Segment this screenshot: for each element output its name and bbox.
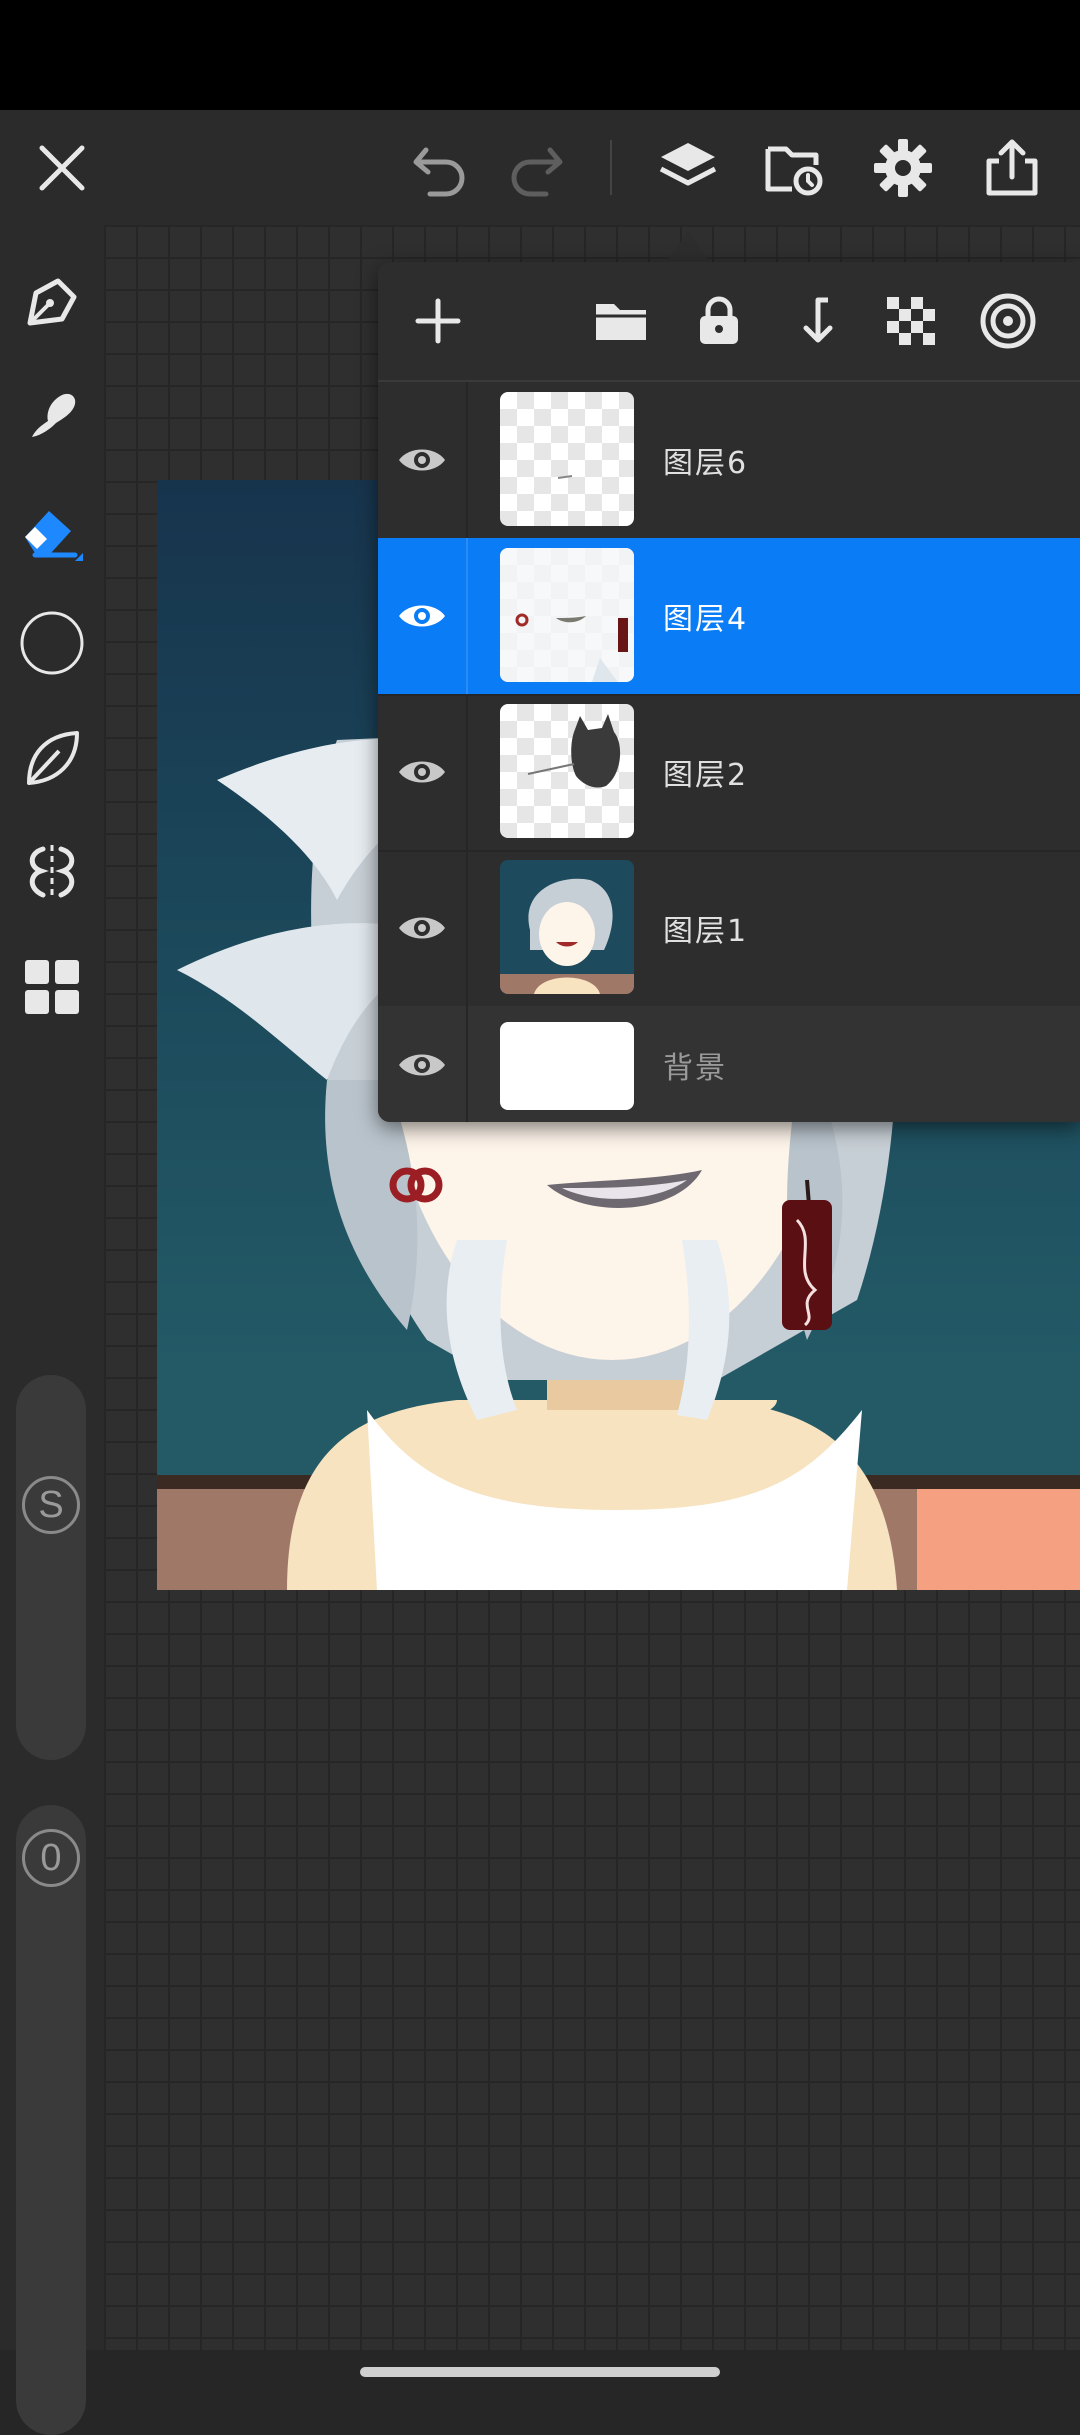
blend-mode-button[interactable]: [963, 262, 1053, 380]
undo-icon: [413, 147, 465, 196]
row-separator: [466, 382, 468, 538]
layer-name: 图层1: [663, 914, 749, 949]
layer-visibility-toggle[interactable]: [378, 850, 466, 1006]
eye-icon: [399, 449, 445, 471]
row-separator: [466, 538, 468, 694]
fill-tool-button[interactable]: [0, 708, 104, 808]
smudge-tool-button[interactable]: [0, 365, 104, 465]
gallery-button[interactable]: [745, 110, 845, 225]
layer-row-6[interactable]: 图层6: [378, 382, 1080, 540]
undo-button[interactable]: [390, 110, 490, 225]
export-button[interactable]: [962, 110, 1062, 225]
background-color-swatch[interactable]: [500, 1022, 634, 1110]
layer-visibility-toggle[interactable]: [378, 382, 466, 538]
layer-name: 背景: [663, 1051, 727, 1086]
row-separator: [466, 850, 468, 1006]
new-group-button[interactable]: [576, 262, 666, 380]
left-toolbar: S 0: [0, 225, 104, 2435]
merge-down-button[interactable]: [770, 262, 860, 380]
layer-row-background[interactable]: 背景: [378, 1006, 1080, 1122]
pen-tool-button[interactable]: [0, 253, 104, 353]
status-bar: [0, 0, 1080, 110]
eraser-tool-button[interactable]: [0, 480, 104, 580]
layer-name: 图层2: [663, 758, 749, 793]
lock-layer-button[interactable]: [674, 262, 764, 380]
layer-visibility-toggle[interactable]: [378, 694, 466, 850]
layer-visibility-toggle[interactable]: [378, 1006, 466, 1122]
redo-icon: [511, 147, 563, 196]
eye-icon: [399, 761, 445, 783]
smudge-finger-icon: [32, 393, 76, 437]
opacity-slider[interactable]: [16, 1805, 86, 2435]
brush-size-knob[interactable]: S: [16, 1470, 86, 1540]
layers-panel: 图层6 图层4 图层2 图层1 背景: [378, 262, 1080, 1122]
merge-down-icon: [803, 297, 833, 343]
eraser-icon: [25, 511, 83, 561]
symmetry-icon: [29, 845, 75, 899]
layer-row-4[interactable]: 图层4: [378, 538, 1080, 696]
close-icon: [39, 145, 85, 190]
opacity-knob[interactable]: 0: [16, 1823, 86, 1893]
grid-tools-icon: [25, 960, 79, 1014]
shape-tool-button[interactable]: [0, 593, 104, 693]
more-tools-button[interactable]: [0, 937, 104, 1037]
row-separator: [466, 1006, 468, 1122]
transparency-button[interactable]: [866, 262, 956, 380]
redo-button[interactable]: [486, 110, 586, 225]
layers-panel-header: [378, 262, 1080, 382]
blend-icon: [980, 293, 1036, 349]
layer-name: 图层6: [663, 446, 749, 481]
toolbar-divider: [610, 140, 612, 195]
close-button[interactable]: [12, 110, 112, 225]
layer-name: 图层4: [663, 602, 749, 637]
home-indicator: [360, 2367, 720, 2377]
folder-icon: [596, 304, 646, 340]
size-indicator: S: [22, 1476, 80, 1534]
lock-icon: [700, 296, 738, 344]
symmetry-tool-button[interactable]: [0, 822, 104, 922]
layer-thumbnail: [500, 704, 634, 838]
layer-thumbnail: [500, 392, 634, 526]
circle-shape-icon: [20, 611, 84, 675]
eye-icon: [399, 1054, 445, 1076]
add-layer-icon: [415, 298, 461, 344]
export-icon: [986, 139, 1038, 195]
layers-panel-caret: [666, 232, 710, 262]
eye-icon: [399, 917, 445, 939]
transparency-icon: [887, 297, 935, 345]
opacity-indicator: 0: [22, 1829, 80, 1887]
add-layer-button[interactable]: [393, 262, 483, 380]
layers-button[interactable]: [638, 110, 738, 225]
row-separator: [466, 694, 468, 850]
layer-thumbnail: [500, 548, 634, 682]
top-toolbar: [0, 110, 1080, 225]
layers-icon: [659, 142, 717, 185]
settings-button[interactable]: [853, 110, 953, 225]
brush-size-slider[interactable]: [16, 1375, 86, 1760]
layer-row-1[interactable]: 图层1: [378, 850, 1080, 1008]
eye-icon: [399, 605, 445, 627]
layer-row-2[interactable]: 图层2: [378, 694, 1080, 852]
leaf-icon: [27, 731, 79, 785]
gallery-folder-icon: [765, 146, 823, 195]
gear-icon: [874, 138, 932, 197]
layer-thumbnail: [500, 860, 634, 994]
layer-visibility-toggle[interactable]: [378, 538, 466, 694]
pen-nib-icon: [27, 278, 77, 326]
